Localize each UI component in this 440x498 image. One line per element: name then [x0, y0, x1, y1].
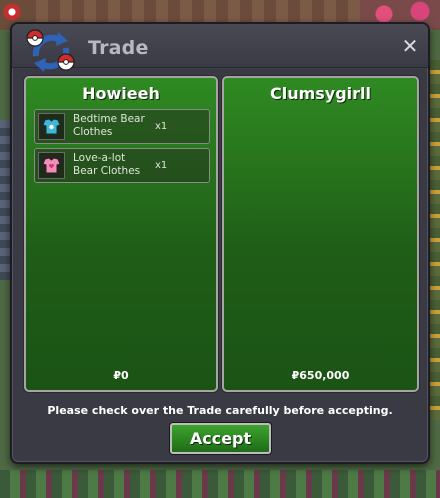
trade-item[interactable]: Love-a-lot Bear Clothes x1 [34, 148, 210, 183]
pink-bear-clothes-icon [42, 157, 61, 174]
trade-window: Trade ✕ Howieeh Bedtime Bear Clothes x1 [10, 22, 430, 464]
world-pokeball [0, 0, 24, 24]
money-offer: ₽0 [113, 369, 129, 382]
trade-swap-icon [26, 29, 75, 72]
money-offer: ₽650,000 [291, 369, 350, 382]
close-icon[interactable]: ✕ [400, 36, 420, 56]
item-name: Love-a-lot Bear Clothes [73, 152, 153, 178]
trade-item[interactable]: Bedtime Bear Clothes x1 [34, 109, 210, 144]
window-title: Trade [88, 37, 149, 59]
item-slot [38, 113, 65, 140]
world-tiles-bottom [0, 470, 440, 498]
item-slot [38, 152, 65, 179]
title-bar[interactable]: Trade ✕ [12, 24, 428, 72]
player-name: Clumsygirll [269, 84, 372, 103]
item-quantity: x1 [155, 121, 168, 132]
item-name-line: Bedtime Bear [73, 113, 145, 125]
item-name: Bedtime Bear Clothes [73, 113, 153, 139]
item-name-line: Love-a-lot [73, 152, 126, 164]
item-quantity: x1 [155, 160, 168, 171]
blue-bear-clothes-icon [42, 118, 61, 135]
item-name-line: Clothes [73, 126, 113, 138]
trade-warning-text: Please check over the Trade carefully be… [47, 404, 393, 417]
trade-panel-partner: Clumsygirll ₽650,000 [222, 76, 419, 392]
accept-button[interactable]: Accept [170, 423, 271, 454]
item-name-line: Bear Clothes [73, 165, 141, 177]
trade-panel-own: Howieeh Bedtime Bear Clothes x1 Love-a-l… [24, 76, 218, 392]
player-name: Howieeh [82, 84, 160, 103]
